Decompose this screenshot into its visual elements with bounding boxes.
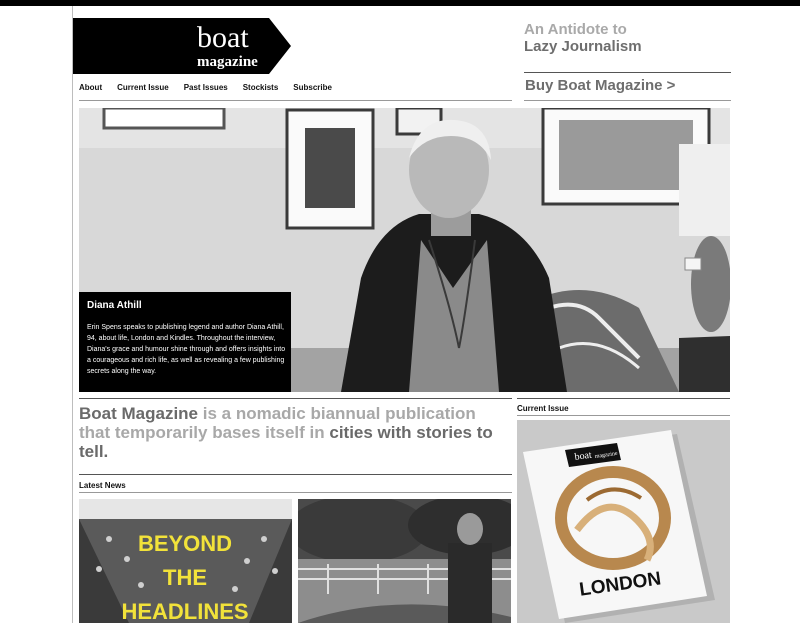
- news-top-rule: [79, 474, 512, 475]
- news-bottom-rule: [79, 492, 512, 493]
- nav-past-issues[interactable]: Past Issues: [184, 83, 228, 92]
- nav-subscribe[interactable]: Subscribe: [293, 83, 332, 92]
- boat-magazine-logo[interactable]: boat magazine: [73, 18, 291, 74]
- intro-top-rule: [79, 398, 512, 399]
- tagline-line-1: An Antidote to: [524, 21, 627, 38]
- buy-bottom-rule: [524, 100, 731, 101]
- news-item-park-portrait[interactable]: [298, 499, 511, 623]
- hero-summary: Erin Spens speaks to publishing legend a…: [87, 324, 286, 375]
- hero-feature[interactable]: Diana Athill Erin Spens speaks to publis…: [79, 108, 730, 392]
- hero-title[interactable]: Diana Athill: [87, 300, 142, 311]
- intro-text: Boat Magazine is a nomadic biannual publ…: [79, 404, 509, 461]
- top-border: [0, 0, 800, 6]
- svg-text:BEYOND: BEYOND: [138, 531, 232, 556]
- buy-top-rule: [524, 72, 731, 73]
- logo-banner: boat magazine: [73, 18, 291, 74]
- svg-text:THE: THE: [163, 565, 207, 590]
- tagline: An Antidote to Lazy Journalism: [524, 21, 642, 55]
- news-thumbnail-2: [298, 499, 511, 623]
- nav-about[interactable]: About: [79, 83, 102, 92]
- tagline-line-2: Lazy Journalism: [524, 38, 642, 55]
- hero-caption[interactable]: Diana Athill Erin Spens speaks to publis…: [79, 292, 291, 392]
- nav-rule: [79, 100, 512, 101]
- svg-text:HEADLINES: HEADLINES: [121, 599, 248, 623]
- current-issue-top-rule: [517, 398, 730, 399]
- nav-current-issue[interactable]: Current Issue: [117, 83, 169, 92]
- intro-brand: Boat Magazine: [79, 404, 199, 423]
- latest-news-label: Latest News: [79, 481, 126, 490]
- news-item-beyond-headlines[interactable]: BEYOND THE HEADLINES: [79, 499, 292, 623]
- current-issue-cover[interactable]: boat magazine LONDON: [517, 420, 730, 623]
- news-thumbnail-1: BEYOND THE HEADLINES: [79, 499, 292, 623]
- buy-magazine-link[interactable]: Buy Boat Magazine >: [525, 77, 675, 94]
- nav-stockists[interactable]: Stockists: [243, 83, 279, 92]
- cover-image: boat magazine LONDON: [517, 420, 730, 623]
- page-left-rule: [72, 6, 73, 623]
- logo-word-magazine: magazine: [197, 54, 258, 70]
- main-nav: About Current Issue Past Issues Stockist…: [79, 83, 347, 92]
- logo-word-boat: boat: [197, 21, 249, 54]
- current-issue-label: Current Issue: [517, 404, 569, 413]
- current-issue-bottom-rule: [517, 415, 730, 416]
